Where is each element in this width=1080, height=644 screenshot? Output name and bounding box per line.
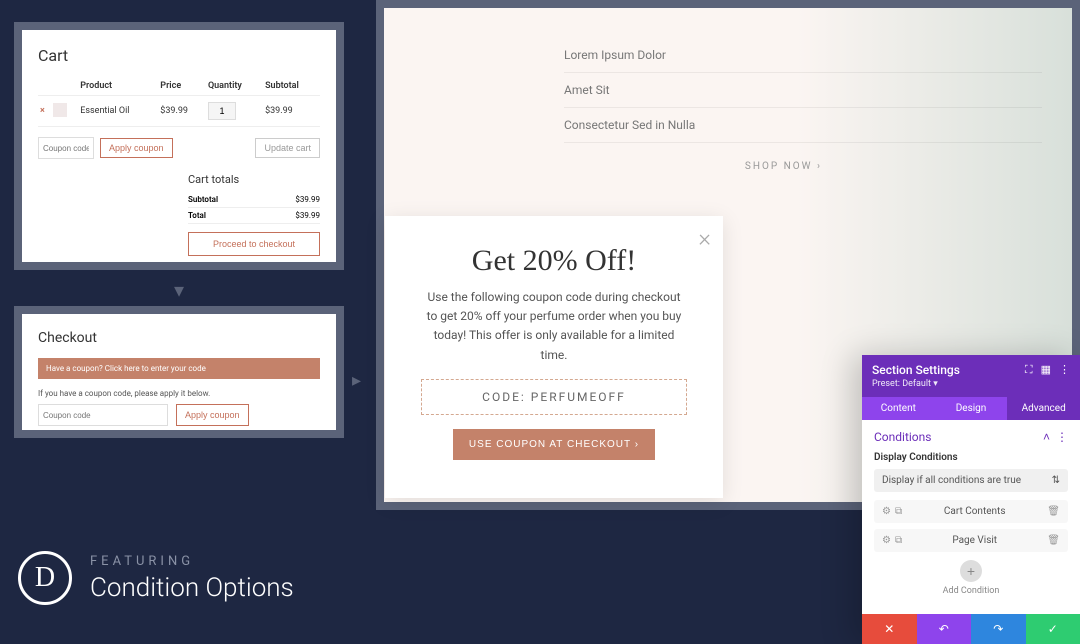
coupon-input[interactable] bbox=[38, 137, 94, 159]
tab-content[interactable]: Content bbox=[862, 397, 935, 420]
product-thumb bbox=[53, 103, 67, 117]
checkout-panel: Checkout Have a coupon? Click here to en… bbox=[14, 306, 344, 438]
cart-panel: Cart Product Price Quantity Subtotal × E… bbox=[14, 22, 344, 270]
cart-row: × Essential Oil $39.99 $39.99 bbox=[38, 96, 320, 127]
feature-subtitle: FEATURING bbox=[90, 554, 294, 569]
popup-description: Use the following coupon code during che… bbox=[421, 288, 687, 365]
totals-title: Cart totals bbox=[188, 173, 320, 186]
col-subtotal: Subtotal bbox=[263, 77, 320, 96]
updown-icon: ⇅ bbox=[1052, 475, 1060, 486]
apply-coupon-button[interactable]: Apply coupon bbox=[100, 138, 173, 158]
total-value: $39.99 bbox=[295, 211, 320, 220]
arrow-down-icon: ▾ bbox=[174, 278, 184, 302]
trash-icon[interactable]: 🗑 bbox=[1047, 506, 1060, 517]
gear-icon[interactable]: ⚙ bbox=[882, 535, 891, 546]
total-label: Total bbox=[188, 211, 236, 220]
subtotal-label: Subtotal bbox=[188, 195, 236, 204]
add-condition-button[interactable]: + bbox=[960, 560, 982, 582]
settings-title: Section Settings bbox=[872, 363, 960, 377]
checkout-apply-coupon-button[interactable]: Apply coupon bbox=[176, 404, 249, 426]
product-name[interactable]: Essential Oil bbox=[78, 96, 158, 127]
preset-selector[interactable]: Preset: Default ▾ bbox=[872, 379, 1070, 389]
feature-title: Condition Options bbox=[90, 573, 294, 603]
trash-icon[interactable]: 🗑 bbox=[1047, 535, 1060, 546]
coupon-banner[interactable]: Have a coupon? Click here to enter your … bbox=[38, 358, 320, 379]
proceed-checkout-button[interactable]: Proceed to checkout bbox=[188, 232, 320, 256]
col-qty: Quantity bbox=[206, 77, 263, 96]
conditions-section[interactable]: Conditions ˄ ⋮ bbox=[874, 430, 1068, 444]
copy-icon[interactable]: ⧉ bbox=[895, 535, 902, 546]
cart-totals: Cart totals Subtotal $39.99 Total $39.99 P… bbox=[188, 173, 320, 256]
section-more-icon[interactable]: ⋮ bbox=[1056, 430, 1068, 444]
use-coupon-button[interactable]: USE COUPON AT CHECKOUT › bbox=[453, 429, 655, 460]
settings-tabs: Content Design Advanced bbox=[862, 397, 1080, 420]
undo-button[interactable]: ↶ bbox=[917, 614, 972, 644]
divi-logo-icon: D bbox=[18, 551, 72, 605]
checkout-title: Checkout bbox=[38, 330, 320, 346]
coupon-prompt: If you have a coupon code, please apply … bbox=[38, 389, 320, 398]
cart-table: Product Price Quantity Subtotal × Essent… bbox=[38, 77, 320, 127]
subtotal-value: $39.99 bbox=[295, 195, 320, 204]
tab-advanced[interactable]: Advanced bbox=[1007, 397, 1080, 420]
gear-icon[interactable]: ⚙ bbox=[882, 506, 891, 517]
product-price: $39.99 bbox=[158, 96, 206, 127]
more-icon[interactable]: ⋮ bbox=[1059, 363, 1070, 377]
list-item: Consectetur Sed in Nulla bbox=[564, 108, 1042, 143]
feature-banner: D FEATURING Condition Options bbox=[18, 551, 294, 605]
list-item: Lorem Ipsum Dolor bbox=[564, 38, 1042, 73]
grid-icon[interactable]: ▦ bbox=[1041, 363, 1051, 377]
cancel-button[interactable]: ✕ bbox=[862, 614, 917, 644]
conditions-label: Conditions bbox=[874, 430, 931, 444]
condition-row[interactable]: ⚙ ⧉ Page Visit 🗑 bbox=[874, 529, 1068, 552]
list-item: Amet Sit bbox=[564, 73, 1042, 108]
close-icon[interactable]: × bbox=[698, 224, 711, 252]
arrow-right-icon: ▸ bbox=[352, 370, 361, 391]
cart-title: Cart bbox=[38, 46, 320, 65]
product-subtotal: $39.99 bbox=[263, 96, 320, 127]
qty-input[interactable] bbox=[208, 102, 236, 120]
save-button[interactable]: ✓ bbox=[1026, 614, 1080, 644]
expand-icon[interactable]: ⛶ bbox=[1025, 363, 1033, 377]
condition-name: Page Visit bbox=[902, 535, 1047, 546]
redo-button[interactable]: ↷ bbox=[971, 614, 1026, 644]
coupon-code-box: CODE: PERFUMEOFF bbox=[421, 379, 687, 415]
copy-icon[interactable]: ⧉ bbox=[895, 506, 902, 517]
settings-footer: ✕ ↶ ↷ ✓ bbox=[862, 614, 1080, 644]
chevron-up-icon[interactable]: ˄ bbox=[1043, 430, 1050, 444]
section-settings-panel: Section Settings ⛶ ▦ ⋮ Preset: Default ▾… bbox=[862, 355, 1080, 644]
display-conditions-label: Display Conditions bbox=[874, 452, 1068, 463]
tab-design[interactable]: Design bbox=[935, 397, 1008, 420]
condition-name: Cart Contents bbox=[902, 506, 1047, 517]
update-cart-button[interactable]: Update cart bbox=[255, 138, 320, 158]
condition-logic-select[interactable]: Display if all conditions are true ⇅ bbox=[874, 469, 1068, 492]
checkout-coupon-input[interactable] bbox=[38, 404, 168, 426]
condition-row[interactable]: ⚙ ⧉ Cart Contents 🗑 bbox=[874, 500, 1068, 523]
promo-popup: × Get 20% Off! Use the following coupon … bbox=[385, 216, 723, 498]
shop-now-link[interactable]: SHOP NOW › bbox=[564, 161, 822, 172]
popup-title: Get 20% Off! bbox=[421, 244, 687, 278]
settings-header: Section Settings ⛶ ▦ ⋮ Preset: Default ▾ bbox=[862, 355, 1080, 397]
remove-item-icon[interactable]: × bbox=[40, 106, 45, 116]
col-product: Product bbox=[78, 77, 158, 96]
col-price: Price bbox=[158, 77, 206, 96]
add-condition-label: Add Condition bbox=[874, 586, 1068, 596]
